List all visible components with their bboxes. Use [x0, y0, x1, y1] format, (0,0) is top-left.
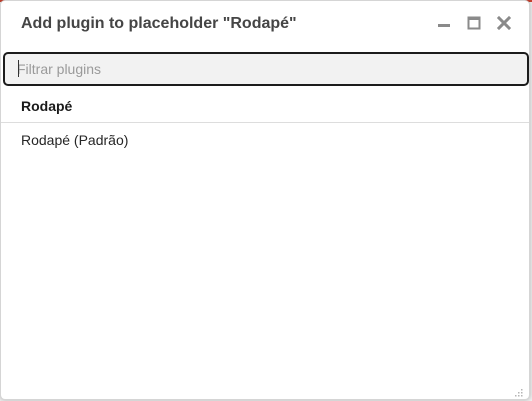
text-caret — [18, 60, 19, 77]
dialog-header[interactable]: Add plugin to placeholder "Rodapé" — [1, 1, 529, 49]
minimize-icon[interactable] — [437, 16, 451, 30]
add-plugin-dialog: Add plugin to placeholder "Rodapé" Rodap… — [0, 0, 530, 400]
plugin-item-rodape-padrao[interactable]: Rodapé (Padrão) — [1, 123, 529, 157]
maximize-icon[interactable] — [467, 16, 481, 30]
section-title: Rodapé — [21, 98, 73, 114]
filter-bar — [3, 52, 529, 86]
plugin-list: Rodapé (Padrão) — [1, 123, 529, 157]
resize-handle-icon[interactable] — [513, 384, 523, 397]
close-icon[interactable] — [497, 16, 511, 30]
filter-plugins-input[interactable] — [17, 54, 517, 84]
dialog-title: Add plugin to placeholder "Rodapé" — [21, 15, 297, 32]
window-controls — [437, 16, 511, 30]
